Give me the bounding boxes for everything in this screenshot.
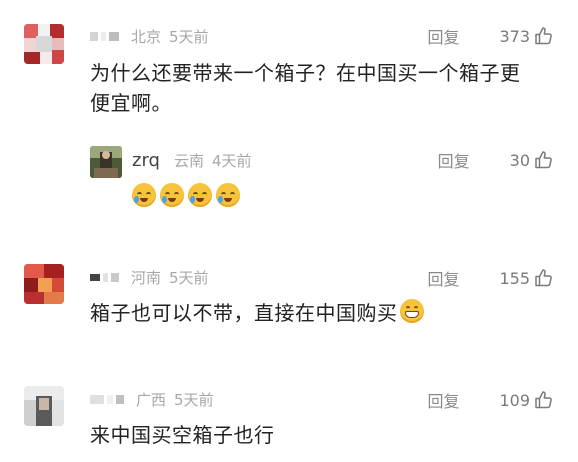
crying-laughing-icon [132,183,156,207]
comment-text: 来中国买空箱子也行 [90,420,560,450]
thumbs-up-icon[interactable] [534,268,554,288]
comment-meta: 北京 5天前 [90,25,209,47]
username-blurred[interactable] [90,272,119,282]
like-count: 155 [499,268,530,288]
comment-text-line: 为什么还要带来一个箱子？在中国买一个箱子更 [90,61,521,85]
location-label: 河南 [131,268,162,287]
crying-laughing-icon [216,183,240,207]
comment-meta: 广西 5天前 [90,388,214,410]
reply-actions: 回复 30 [438,148,554,172]
reply-username[interactable]: zrq [132,150,160,171]
comment-meta: 河南 5天前 [90,266,209,288]
location-label: 广西 [136,390,167,409]
comment-item: 北京 5天前 回复 373 为什么还要带来一个箱子？在中国买一个箱子更 便宜啊。 [0,0,578,225]
location-label: 云南 [173,151,204,170]
reply-emoji-row [132,183,240,207]
comment-actions: 回复 155 [427,266,554,290]
comment-item: 河南 5天前 回复 155 箱子也可以不带，直接在中国购买 [0,250,578,360]
comment-text: 箱子也可以不带，直接在中国购买 [90,298,560,328]
username-blurred[interactable] [90,31,119,41]
reply-button[interactable]: 回复 [427,266,459,290]
timestamp: 4天前 [211,151,252,170]
comment-actions: 回复 109 [427,388,554,412]
timestamp: 5天前 [169,27,209,46]
reply-meta: zrq 云南 4天前 [132,149,252,171]
timestamp: 5天前 [169,268,209,287]
grinning-icon [399,299,424,323]
username-blurred[interactable] [90,394,124,404]
comment-text: 为什么还要带来一个箱子？在中国买一个箱子更 便宜啊。 [90,58,560,118]
reply-button[interactable]: 回复 [438,148,470,172]
thumbs-up-icon[interactable] [534,26,554,46]
avatar[interactable] [24,264,64,304]
comment-text-line: 便宜啊。 [90,91,172,115]
thumbs-up-icon[interactable] [534,150,554,170]
like-count: 373 [499,26,530,46]
timestamp: 5天前 [174,390,214,409]
crying-laughing-icon [188,183,212,207]
location-label: 北京 [131,27,162,46]
comment-text-body: 来中国买空箱子也行 [90,423,275,447]
avatar[interactable] [24,24,64,64]
thumbs-up-icon[interactable] [534,390,554,410]
avatar[interactable] [24,386,64,426]
comment-list: 北京 5天前 回复 373 为什么还要带来一个箱子？在中国买一个箱子更 便宜啊。 [0,0,578,462]
comment-item: 广西 5天前 回复 109 来中国买空箱子也行 [0,372,578,462]
like-count: 30 [509,150,530,170]
crying-laughing-icon [160,183,184,207]
reply-button[interactable]: 回复 [427,24,459,48]
comment-text-body: 箱子也可以不带，直接在中国购买 [90,301,398,325]
avatar[interactable] [90,146,122,178]
comment-actions: 回复 373 [427,24,554,48]
reply-button[interactable]: 回复 [427,388,459,412]
like-count: 109 [499,390,530,410]
